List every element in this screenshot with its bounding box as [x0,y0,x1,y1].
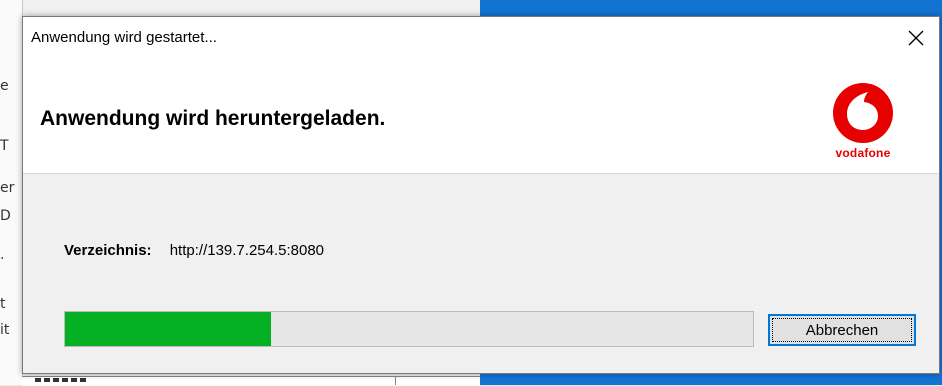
launch-dialog: Anwendung wird gestartet... Anwendung wi… [22,16,940,374]
cancel-button[interactable]: Abbrechen [768,314,916,346]
background-divider [395,376,396,385]
logo-wordmark: vodafone [835,146,891,160]
download-progress-bar [64,311,754,347]
background-text-fragment: T [0,138,9,154]
background-window-edge: e T er D . t it [0,0,23,385]
dialog-header: Anwendung wird heruntergeladen. vodafone [23,59,939,174]
close-icon [908,30,924,46]
directory-row: Verzeichnis: http://139.7.254.5:8080 [64,242,324,259]
background-text-fragment: t [0,296,6,312]
vodafone-logo: vodafone [813,77,913,167]
close-button[interactable] [893,17,939,59]
background-text-fragment: it [0,322,10,338]
directory-label: Verzeichnis: [64,242,152,259]
directory-url: http://139.7.254.5:8080 [169,242,325,259]
background-text-fragment: er [0,180,15,196]
background-text-fragment: D [0,208,11,224]
progress-fill [65,312,272,346]
window-title: Anwendung wird gestartet... [31,29,217,46]
header-heading: Anwendung wird heruntergeladen. [40,107,386,130]
background-text-fragment: . [0,247,5,263]
background-text-fragment: e [0,78,9,94]
vodafone-logo-icon [833,83,893,143]
background-mark [35,378,87,382]
cancel-button-label: Abbrechen [805,321,879,339]
title-bar[interactable]: Anwendung wird gestartet... [23,17,939,59]
